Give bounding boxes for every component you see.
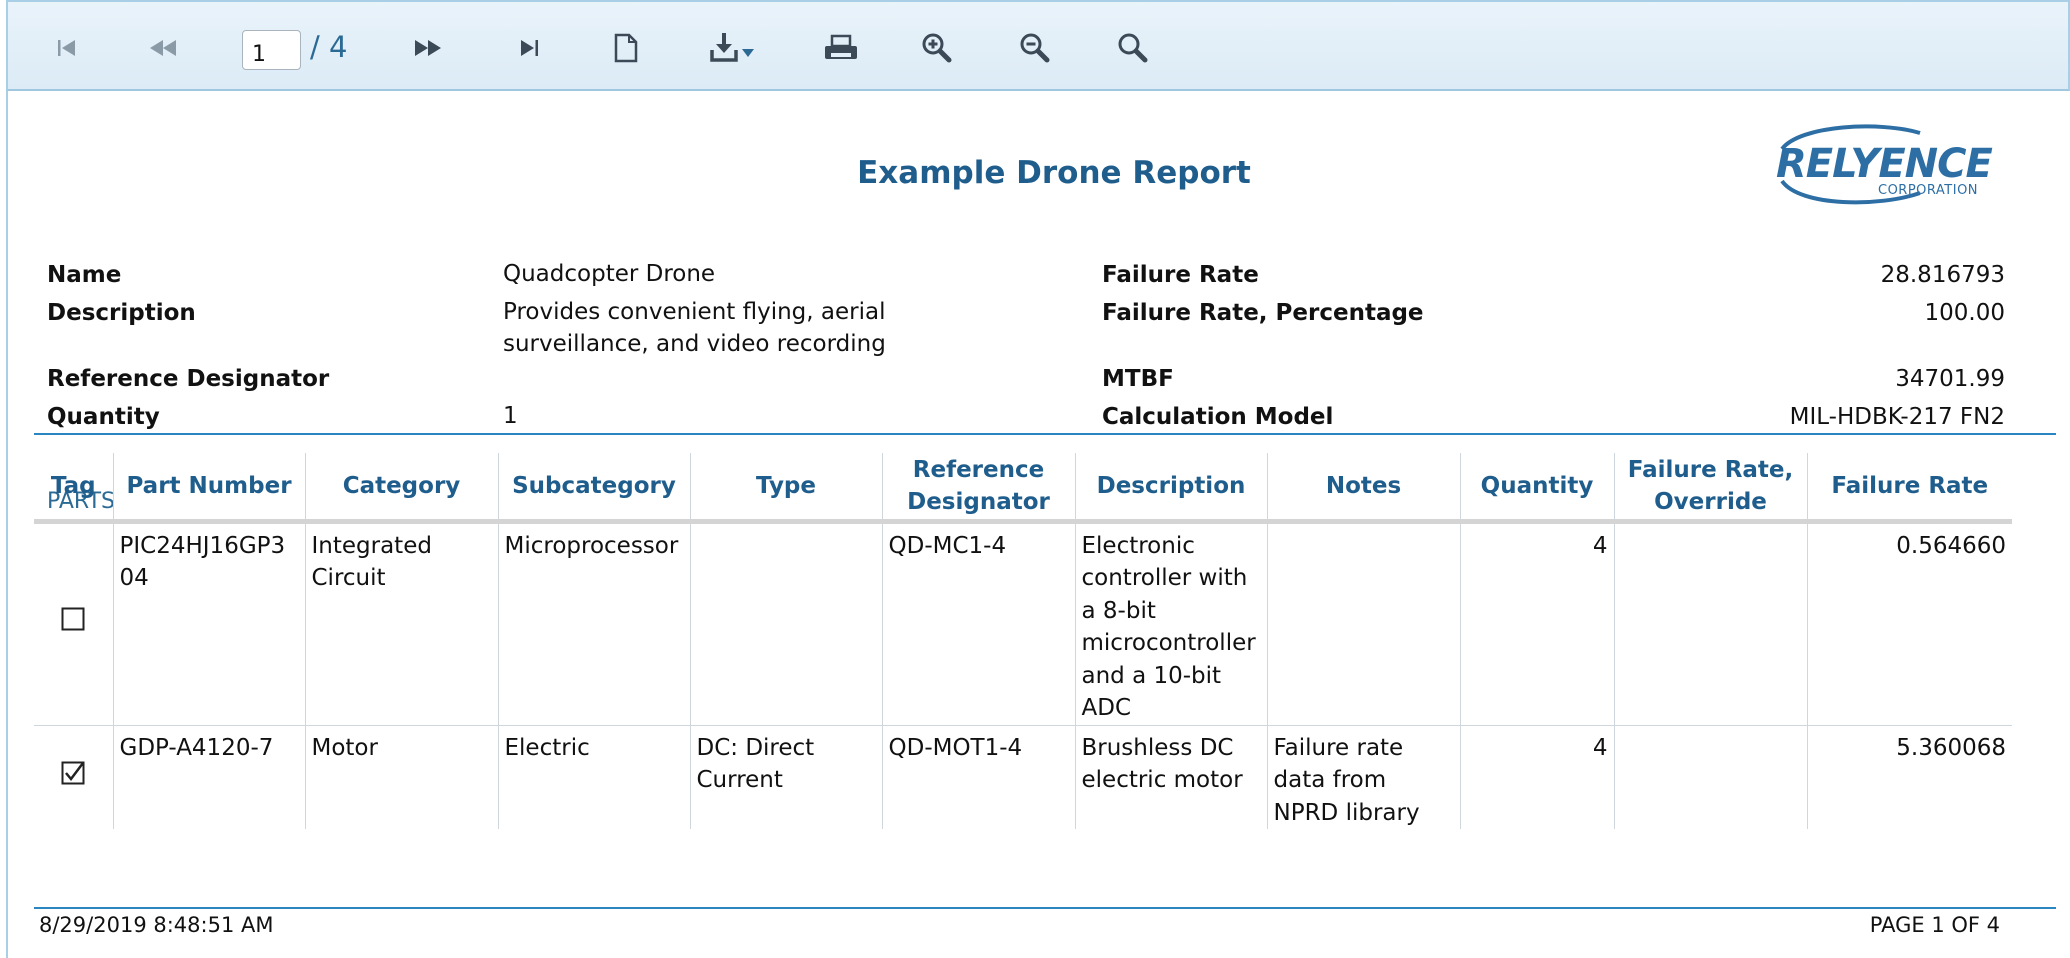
failure-rate-override-cell (1613, 725, 1807, 829)
first-page-button[interactable] (42, 2, 92, 93)
mtbf-label: MTBF (1102, 366, 1174, 392)
column-header-notes: Notes (1266, 453, 1460, 524)
name-label: Name (47, 262, 122, 288)
column-header-tag: Tag (34, 453, 113, 524)
description-cell: Brushless DC electric motor (1074, 725, 1267, 829)
search-icon (1118, 33, 1148, 62)
download-dropdown-button[interactable] (698, 2, 768, 93)
type-cell: DC: Direct Current (689, 725, 882, 829)
last-page-button[interactable] (504, 2, 554, 93)
printer-icon (825, 34, 857, 59)
column-header-subcategory: Subcategory (497, 453, 690, 524)
failure-rate-percentage-label: Failure Rate, Percentage (1102, 300, 1424, 326)
failure-rate-override-cell (1613, 521, 1807, 726)
table-row: GDP-A4120-7 Motor Electric DC: Direct Cu… (34, 725, 2012, 829)
column-header-reference-designator: Reference Designator (881, 453, 1075, 524)
first-page-icon (58, 39, 75, 56)
logo-wordmark: RELYENCE (1776, 141, 1993, 187)
subcategory-cell: Microprocessor (497, 521, 690, 726)
column-header-category: Category (304, 453, 498, 524)
quantity-value: 1 (503, 403, 518, 429)
parts-section-divider (34, 433, 2056, 435)
mtbf-value: 34701.99 (1895, 366, 2005, 392)
calculation-model-value: MIL-HDBK-217 FN2 (1789, 404, 2005, 430)
rewind-icon (150, 39, 176, 56)
table-row: PIC24HJ16GP304 Integrated Circuit Microp… (34, 521, 2012, 726)
logo-subtext: CORPORATION (1878, 183, 1978, 198)
column-header-type: Type (689, 453, 882, 524)
page-indicator: PAGE 1 OF 4 (1869, 913, 2000, 937)
checked-checkbox-icon[interactable] (61, 761, 85, 785)
zoom-out-icon (1020, 33, 1050, 62)
description-label: Description (47, 300, 196, 326)
type-cell (689, 521, 882, 726)
failure-rate-percentage-value: 100.00 (1924, 300, 2005, 326)
category-cell: Motor (304, 725, 498, 829)
failure-rate-value: 28.816793 (1880, 262, 2005, 288)
next-page-button[interactable] (403, 2, 453, 93)
column-header-failure-rate: Failure Rate (1806, 453, 2012, 524)
tag-cell (34, 725, 113, 829)
quantity-cell: 4 (1459, 521, 1614, 726)
print-button[interactable] (816, 2, 866, 93)
previous-page-button[interactable] (138, 2, 188, 93)
zoom-in-button[interactable] (912, 2, 962, 93)
column-header-failure-rate-override: Failure Rate, Override (1613, 453, 1807, 524)
footer-divider (34, 907, 2056, 909)
failure-rate-label: Failure Rate (1102, 262, 1259, 288)
notes-cell (1266, 521, 1460, 726)
column-header-quantity: Quantity (1459, 453, 1614, 524)
description-cell: Electronic controller with a 8-bit micro… (1074, 521, 1267, 726)
parts-table: Tag Part Number Category Subcategory Typ… (34, 453, 2012, 829)
category-cell: Integrated Circuit (304, 521, 498, 726)
column-header-part-number: Part Number (112, 453, 305, 524)
download-icon (710, 32, 754, 62)
report-title: Example Drone Report (857, 155, 1251, 191)
reference-designator-label: Reference Designator (47, 366, 330, 392)
part-number-cell: PIC24HJ16GP304 (112, 521, 305, 726)
failure-rate-cell: 5.360068 (1806, 725, 2012, 829)
export-document-button[interactable] (601, 2, 651, 93)
report-timestamp: 8/29/2019 8:48:51 AM (39, 913, 274, 937)
page-total-label: / 4 (310, 30, 348, 64)
failure-rate-cell: 0.564660 (1806, 521, 2012, 726)
description-value: Provides convenient flying, aerial surve… (503, 299, 886, 357)
zoom-out-button[interactable] (1010, 2, 1060, 93)
quantity-label: Quantity (47, 404, 160, 430)
last-page-icon (521, 39, 538, 56)
relyence-logo: RELYENCE CORPORATION (1776, 124, 1994, 205)
unchecked-checkbox-icon[interactable] (61, 607, 85, 631)
quantity-cell: 4 (1459, 725, 1614, 829)
column-header-description: Description (1074, 453, 1267, 524)
fast-forward-icon (415, 39, 441, 56)
part-number-cell: GDP-A4120-7 (112, 725, 305, 829)
page-number-input[interactable] (242, 30, 301, 70)
report-viewer-toolbar: / 4 (6, 0, 2070, 91)
document-icon (614, 33, 638, 62)
table-header-row: Tag Part Number Category Subcategory Typ… (34, 453, 2012, 524)
notes-cell: Failure rate data from NPRD library (1266, 725, 1460, 829)
reference-designator-cell: QD-MC1-4 (881, 521, 1075, 726)
reference-designator-cell: QD-MOT1-4 (881, 725, 1075, 829)
subcategory-cell: Electric (497, 725, 690, 829)
tag-cell (34, 521, 113, 726)
search-button[interactable] (1108, 2, 1158, 93)
calculation-model-label: Calculation Model (1102, 404, 1334, 430)
zoom-in-icon (922, 33, 952, 62)
name-value: Quadcopter Drone (503, 261, 716, 287)
